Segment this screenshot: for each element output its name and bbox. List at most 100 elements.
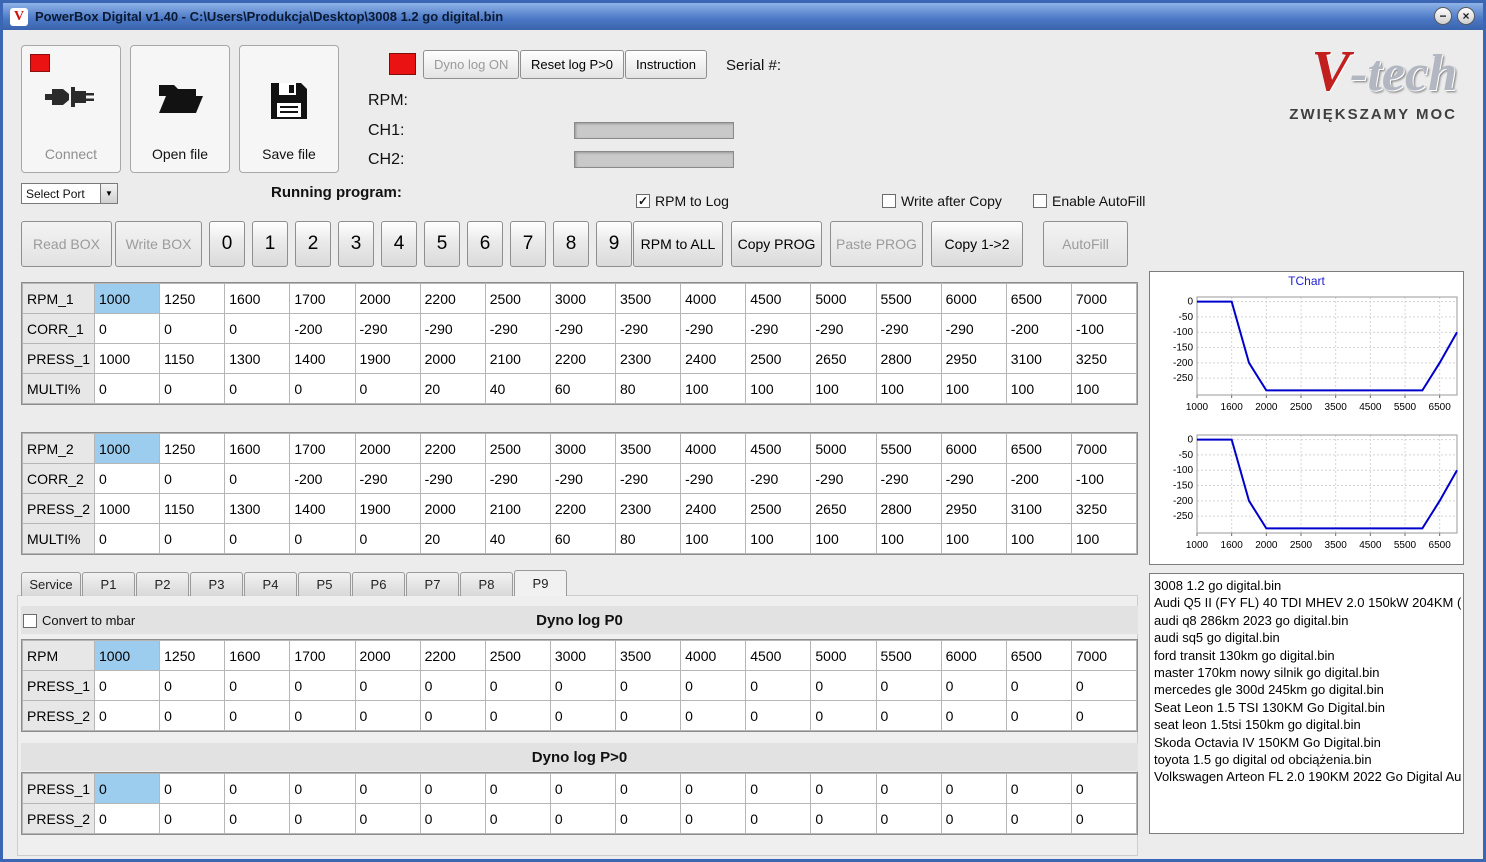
value-cell[interactable]: -290: [875, 463, 942, 494]
value-cell[interactable]: 6500: [1005, 283, 1072, 314]
value-cell[interactable]: 0: [1070, 803, 1138, 834]
value-cell[interactable]: 1000: [93, 343, 161, 374]
tab-p9[interactable]: P9: [514, 570, 567, 596]
value-cell[interactable]: 2500: [484, 433, 551, 464]
value-cell[interactable]: -290: [419, 463, 486, 494]
value-cell[interactable]: 0: [289, 803, 356, 834]
value-cell[interactable]: 6000: [940, 283, 1007, 314]
copy-prog-button[interactable]: Copy PROG: [731, 221, 822, 267]
file-item[interactable]: master 170km nowy silnik go digital.bin: [1154, 664, 1463, 681]
tab-p6[interactable]: P6: [352, 572, 405, 596]
value-cell[interactable]: -290: [745, 313, 812, 344]
value-cell[interactable]: 1700: [289, 640, 356, 671]
value-cell[interactable]: 0: [614, 670, 682, 701]
value-cell[interactable]: 1250: [159, 433, 226, 464]
value-cell[interactable]: 1600: [224, 640, 291, 671]
value-cell[interactable]: 2200: [549, 493, 617, 524]
digit-1-button[interactable]: 1: [252, 221, 288, 267]
value-cell[interactable]: 0: [354, 523, 421, 554]
value-cell[interactable]: 3100: [1005, 493, 1072, 524]
value-cell[interactable]: 2000: [419, 493, 486, 524]
value-cell[interactable]: 0: [93, 803, 161, 834]
value-cell[interactable]: 0: [1005, 773, 1072, 804]
value-cell[interactable]: 0: [614, 803, 682, 834]
value-cell[interactable]: 0: [354, 670, 421, 701]
value-cell[interactable]: 1000: [93, 640, 161, 671]
open-file-button[interactable]: Open file: [130, 45, 230, 173]
value-cell[interactable]: 0: [614, 700, 682, 731]
value-cell[interactable]: 0: [1070, 773, 1138, 804]
value-cell[interactable]: 2500: [745, 493, 812, 524]
value-cell[interactable]: 0: [549, 700, 617, 731]
value-cell[interactable]: -100: [1070, 463, 1138, 494]
tab-p5[interactable]: P5: [298, 572, 351, 596]
value-cell[interactable]: 1150: [159, 343, 226, 374]
convert-to-mbar-checkbox[interactable]: ✓ Convert to mbar: [23, 613, 135, 628]
value-cell[interactable]: 6000: [940, 640, 1007, 671]
connect-button[interactable]: Connect: [21, 45, 121, 173]
value-cell[interactable]: 2000: [354, 283, 421, 314]
tab-service[interactable]: Service: [21, 572, 81, 596]
value-cell[interactable]: 2800: [875, 343, 942, 374]
value-cell[interactable]: 0: [810, 773, 877, 804]
value-cell[interactable]: 0: [549, 773, 617, 804]
value-cell[interactable]: 3250: [1070, 343, 1138, 374]
write-box-button[interactable]: Write BOX: [115, 221, 202, 267]
value-cell[interactable]: 20: [419, 523, 486, 554]
value-cell[interactable]: 1150: [159, 493, 226, 524]
value-cell[interactable]: 0: [224, 373, 291, 404]
copy-1-2-button[interactable]: Copy 1->2: [931, 221, 1023, 267]
value-cell[interactable]: -290: [549, 313, 617, 344]
value-cell[interactable]: -200: [289, 463, 356, 494]
value-cell[interactable]: 2650: [810, 343, 877, 374]
value-cell[interactable]: 0: [614, 773, 682, 804]
value-cell[interactable]: 1250: [159, 283, 226, 314]
value-cell[interactable]: 2300: [614, 493, 682, 524]
digit-7-button[interactable]: 7: [510, 221, 546, 267]
value-cell[interactable]: 1900: [354, 343, 421, 374]
value-cell[interactable]: 0: [875, 803, 942, 834]
value-cell[interactable]: 100: [1070, 373, 1138, 404]
value-cell[interactable]: 4500: [745, 640, 812, 671]
value-cell[interactable]: 1300: [224, 493, 291, 524]
enable-autofill-checkbox[interactable]: ✓ Enable AutoFill: [1033, 193, 1145, 209]
value-cell[interactable]: 5000: [810, 283, 877, 314]
value-cell[interactable]: -290: [614, 463, 682, 494]
minimize-button[interactable]: −: [1434, 7, 1452, 25]
value-cell[interactable]: 0: [680, 803, 747, 834]
value-cell[interactable]: 0: [745, 700, 812, 731]
value-cell[interactable]: 0: [940, 773, 1007, 804]
value-cell[interactable]: 0: [93, 463, 161, 494]
value-cell[interactable]: 0: [680, 670, 747, 701]
value-cell[interactable]: 0: [1005, 670, 1072, 701]
value-cell[interactable]: -290: [680, 313, 747, 344]
value-cell[interactable]: 6000: [940, 433, 1007, 464]
value-cell[interactable]: 0: [159, 670, 226, 701]
title-bar[interactable]: V PowerBox Digital v1.40 - C:\Users\Prod…: [3, 3, 1483, 30]
value-cell[interactable]: 4500: [745, 433, 812, 464]
value-cell[interactable]: 0: [810, 700, 877, 731]
value-cell[interactable]: 60: [549, 373, 617, 404]
value-cell[interactable]: -290: [810, 463, 877, 494]
value-cell[interactable]: 0: [745, 773, 812, 804]
value-cell[interactable]: 1600: [224, 283, 291, 314]
value-cell[interactable]: 2200: [549, 343, 617, 374]
value-cell[interactable]: 1600: [224, 433, 291, 464]
value-cell[interactable]: 0: [289, 670, 356, 701]
value-cell[interactable]: 7000: [1070, 283, 1138, 314]
value-cell[interactable]: 0: [419, 700, 486, 731]
value-cell[interactable]: 2400: [680, 493, 747, 524]
value-cell[interactable]: 100: [810, 523, 877, 554]
value-cell[interactable]: 0: [1070, 700, 1138, 731]
value-cell[interactable]: 2000: [354, 640, 421, 671]
file-item[interactable]: seat leon 1.5tsi 150km go digital.bin: [1154, 716, 1463, 733]
value-cell[interactable]: -290: [940, 463, 1007, 494]
value-cell[interactable]: 2650: [810, 493, 877, 524]
value-cell[interactable]: 0: [419, 670, 486, 701]
value-cell[interactable]: -290: [354, 313, 421, 344]
value-cell[interactable]: 0: [159, 773, 226, 804]
value-cell[interactable]: 1300: [224, 343, 291, 374]
dyno-log-on-button[interactable]: Dyno log ON: [423, 50, 520, 79]
value-cell[interactable]: -290: [940, 313, 1007, 344]
value-cell[interactable]: 5500: [875, 283, 942, 314]
